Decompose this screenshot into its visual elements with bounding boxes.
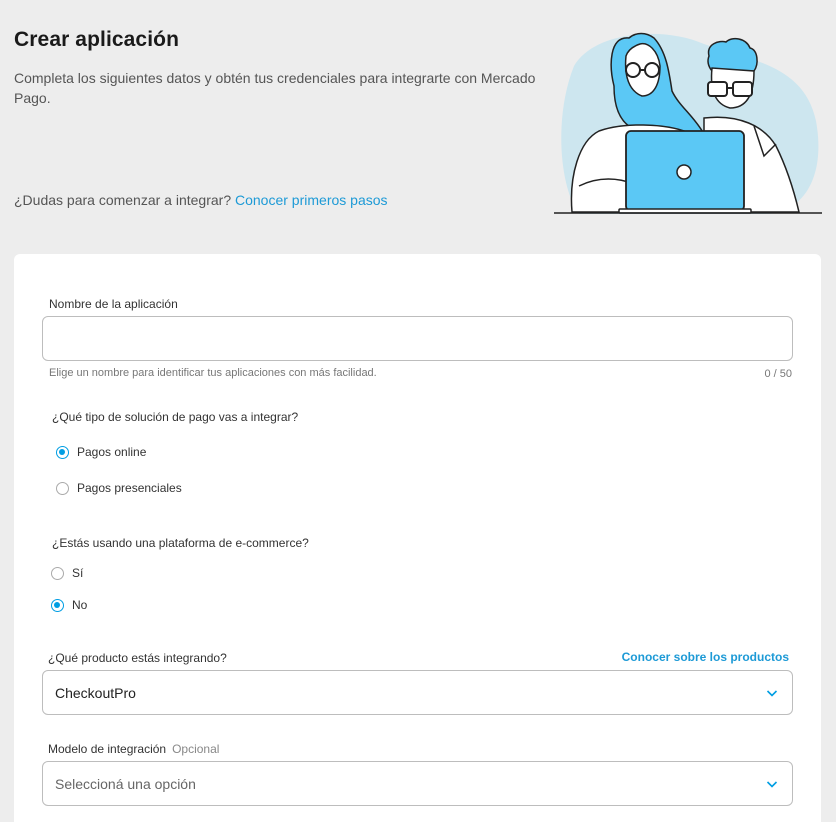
integration-model-label: Modelo de integración Opcional xyxy=(48,742,219,756)
help-line: ¿Dudas para comenzar a integrar? Conocer… xyxy=(14,192,388,208)
radio-selected-icon[interactable] xyxy=(56,445,69,459)
radio-unselected-icon[interactable] xyxy=(56,481,69,495)
page-header: Crear aplicación Completa los siguientes… xyxy=(0,0,836,254)
product-select-value: CheckoutPro xyxy=(55,684,136,701)
page-title: Crear aplicación xyxy=(14,28,180,51)
ecommerce-question: ¿Estás usando una plataforma de e-commer… xyxy=(52,536,309,550)
first-steps-link[interactable]: Conocer primeros pasos xyxy=(235,192,388,208)
radio-si[interactable]: Sí xyxy=(51,566,83,580)
integration-model-select[interactable]: Seleccioná una opción xyxy=(42,761,793,806)
app-name-label: Nombre de la aplicación xyxy=(49,297,178,311)
page-subtitle: Completa los siguientes datos y obtén tu… xyxy=(14,70,536,106)
product-label: ¿Qué producto estás integrando? xyxy=(48,651,227,665)
chevron-down-icon xyxy=(766,689,778,697)
chevron-down-icon xyxy=(766,780,778,788)
radio-pagos-presenciales[interactable]: Pagos presenciales xyxy=(56,481,182,495)
solution-type-question: ¿Qué tipo de solución de pago vas a inte… xyxy=(52,410,299,424)
radio-pagos-online[interactable]: Pagos online xyxy=(56,445,146,459)
developers-illustration xyxy=(554,32,822,214)
radio-unselected-icon[interactable] xyxy=(51,566,64,580)
products-info-link[interactable]: Conocer sobre los productos xyxy=(622,650,789,664)
radio-label: Pagos presenciales xyxy=(77,481,182,495)
help-text: ¿Dudas para comenzar a integrar? xyxy=(14,192,232,208)
app-name-input[interactable] xyxy=(42,316,793,361)
create-app-form: Nombre de la aplicación Elige un nombre … xyxy=(14,254,821,822)
integration-model-label-text: Modelo de integración xyxy=(48,742,167,756)
radio-label: Pagos online xyxy=(77,445,147,459)
product-select[interactable]: CheckoutPro xyxy=(42,670,793,715)
app-name-helper: Elige un nombre para identificar tus apl… xyxy=(49,367,377,379)
optional-tag: Opcional xyxy=(172,742,220,756)
radio-no[interactable]: No xyxy=(51,598,87,612)
radio-selected-icon[interactable] xyxy=(51,598,64,612)
integration-model-placeholder: Seleccioná una opción xyxy=(55,775,196,792)
app-name-counter: 0 / 50 xyxy=(764,368,792,380)
radio-label: Sí xyxy=(72,566,84,580)
radio-label: No xyxy=(72,598,88,612)
